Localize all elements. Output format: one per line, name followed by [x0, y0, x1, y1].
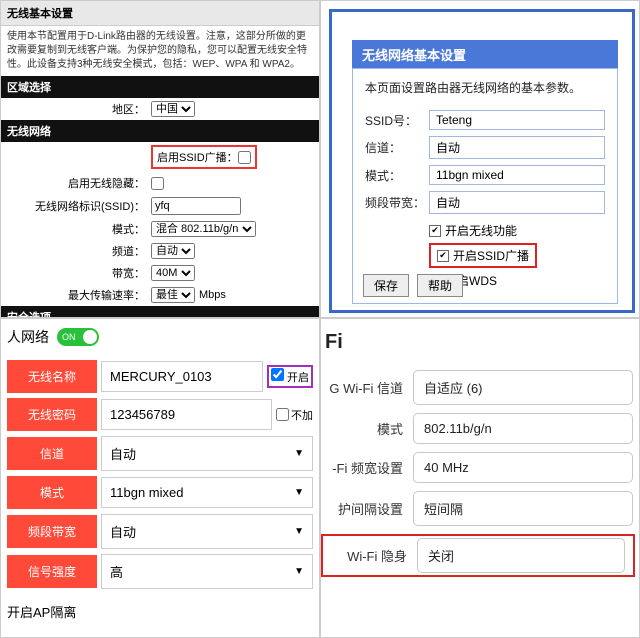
bandwidth-label: -Fi 频宽设置 — [321, 458, 413, 477]
password-input[interactable]: 123456789 — [101, 399, 272, 430]
panel-title: Fi — [321, 319, 639, 362]
ssid-label: 无线网络标识(SSID)： — [1, 198, 151, 214]
rate-label: 最大传输速率： — [1, 287, 151, 303]
channel-label: 信道 — [7, 437, 97, 470]
section-region: 区域选择 — [1, 76, 319, 98]
save-button[interactable]: 保存 — [363, 274, 409, 297]
mode-select[interactable]: 11bgn mixed▼ — [101, 477, 313, 508]
tplink-wireless-panel: 无线网络基本设置 本页面设置路由器无线网络的基本参数。 SSID号： Teten… — [320, 0, 640, 318]
wifi-hidden-label: Wi-Fi 隐身 — [325, 546, 417, 565]
panel-description: 本页面设置路由器无线网络的基本参数。 — [365, 79, 605, 96]
signal-label: 信号强度 — [7, 555, 97, 588]
width-select[interactable]: 40M — [151, 265, 195, 281]
bandwidth-label: 频段带宽 — [7, 515, 97, 548]
dlink-wireless-panel: 无线基本设置 使用本节配置用于D-Link路由器的无线设置。注意，这部分所做的更… — [0, 0, 320, 318]
ssid-input[interactable]: MERCURY_0103 — [101, 361, 263, 392]
enable-ssid-highlight: ✔ 开启SSID广播 — [429, 243, 537, 268]
broadcast-checkbox[interactable] — [271, 368, 284, 381]
bandwidth-select[interactable]: 40 MHz — [413, 452, 633, 483]
region-select[interactable]: 中国 — [151, 101, 195, 117]
enable-ssid-highlight: 启用SSID广播： — [151, 145, 257, 169]
mercury-wireless-panel: 人网络 ON 无线名称 MERCURY_0103 开启 无线密码 1234567… — [0, 318, 320, 638]
guard-interval-label: 护间隔设置 — [321, 499, 413, 518]
enable-ssid-label: 开启SSID广播 — [453, 247, 529, 264]
chevron-down-icon: ▼ — [294, 526, 304, 537]
enable-wireless-checkbox[interactable]: ✔ — [429, 225, 441, 237]
enable-hidden-label: 启用无线隐藏： — [1, 175, 151, 191]
ios-wifi-panel: Fi G Wi-Fi 信道 自适应 (6) 模式 802.11b/g/n -Fi… — [320, 318, 640, 638]
help-button[interactable]: 帮助 — [417, 274, 463, 297]
signal-select[interactable]: 高▼ — [101, 554, 313, 589]
wifi-hidden-highlight: Wi-Fi 隐身 关闭 — [321, 534, 635, 577]
panel-title: 无线网络基本设置 — [352, 40, 618, 69]
wifi-toggle[interactable]: ON — [57, 328, 99, 346]
channel-label: G Wi-Fi 信道 — [321, 378, 413, 397]
width-label: 带宽： — [1, 265, 151, 281]
chevron-down-icon: ▼ — [294, 566, 304, 577]
panel-title: 无线基本设置 — [1, 1, 319, 26]
window-frame: 无线网络基本设置 本页面设置路由器无线网络的基本参数。 SSID号： Teten… — [329, 9, 635, 313]
channel-label: 频道： — [1, 243, 151, 259]
broadcast-highlight: 开启 — [267, 365, 313, 388]
bw-select[interactable]: 自动 — [429, 191, 605, 214]
mode-label: 模式： — [365, 167, 429, 184]
region-label: 地区： — [1, 101, 151, 117]
channel-select[interactable]: 自动 — [429, 136, 605, 159]
enable-wireless-label: 开启无线功能 — [445, 222, 517, 239]
channel-select[interactable]: 自动 — [151, 243, 195, 259]
channel-select[interactable]: 自适应 (6) — [413, 370, 633, 405]
rate-select[interactable]: 最佳 — [151, 287, 195, 303]
section-security: 安全选项 — [1, 306, 319, 318]
ssid-input[interactable]: Teteng — [429, 110, 605, 130]
bw-label: 频段带宽： — [365, 194, 429, 211]
enable-ssid-checkbox[interactable]: ✔ — [437, 250, 449, 262]
channel-select[interactable]: 自动▼ — [101, 436, 313, 471]
panel-title: 人网络 — [7, 327, 49, 347]
panel-description: 使用本节配置用于D-Link路由器的无线设置。注意，这部分所做的更改需要复制到无… — [1, 26, 319, 76]
enable-ssid-checkbox[interactable] — [238, 151, 251, 164]
mode-label: 模式 — [7, 476, 97, 509]
mode-label: 模式 — [321, 419, 413, 438]
ap-isolation-label: 开启AP隔离 — [1, 594, 319, 629]
no-encrypt-checkbox[interactable] — [276, 408, 289, 421]
mode-select[interactable]: 802.11b/g/n — [413, 413, 633, 444]
wifi-hidden-select[interactable]: 关闭 — [417, 538, 625, 573]
chevron-down-icon: ▼ — [294, 487, 304, 498]
password-label: 无线密码 — [7, 398, 97, 431]
ssid-label: 无线名称 — [7, 360, 97, 393]
guard-interval-select[interactable]: 短间隔 — [413, 491, 633, 526]
ssid-input[interactable] — [151, 197, 241, 215]
mode-select[interactable]: 11bgn mixed — [429, 165, 605, 185]
channel-label: 信道： — [365, 139, 429, 156]
enable-hidden-checkbox[interactable] — [151, 177, 164, 190]
chevron-down-icon: ▼ — [294, 448, 304, 459]
section-wifi: 无线网络 — [1, 120, 319, 142]
rate-unit: Mbps — [199, 289, 226, 301]
ssid-label: SSID号： — [365, 112, 429, 129]
mode-select[interactable]: 混合 802.11b/g/n — [151, 221, 256, 237]
mode-label: 模式： — [1, 221, 151, 237]
bandwidth-select[interactable]: 自动▼ — [101, 514, 313, 549]
